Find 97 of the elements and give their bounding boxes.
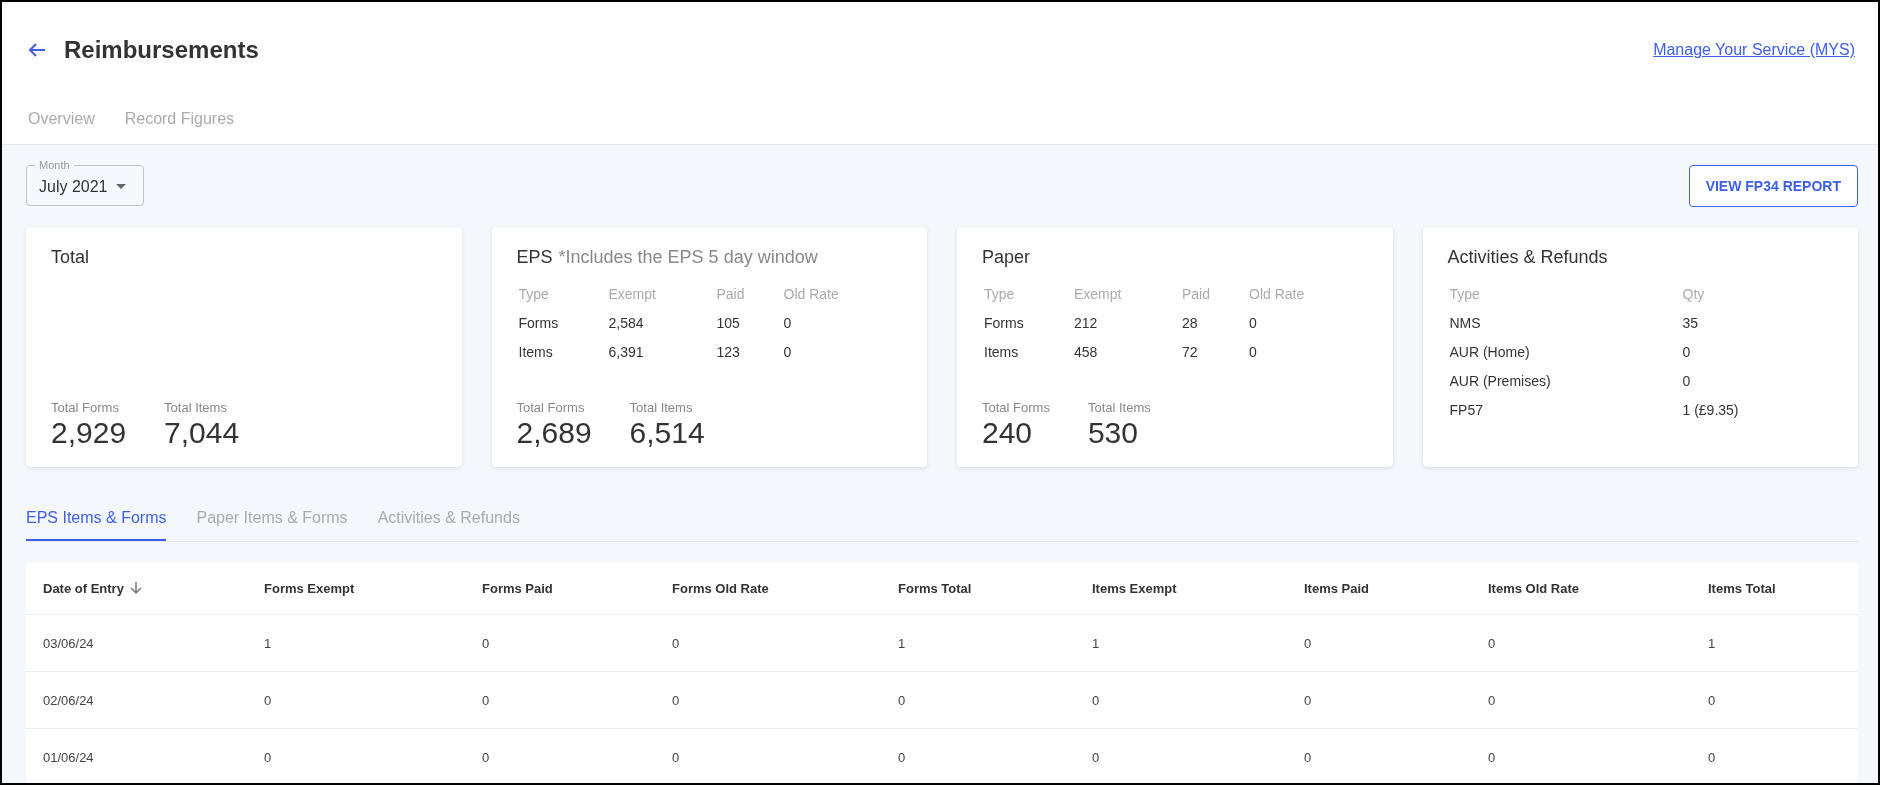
table-cell-text: 1 (£9.35) <box>1682 402 1740 418</box>
card-note: *Includes the EPS 5 day window <box>558 247 818 268</box>
column-header: Type <box>518 286 550 302</box>
total-value: 2,929 <box>51 415 127 451</box>
field-label: Month <box>38 159 71 172</box>
table-cell-text: NMS <box>1449 315 1482 331</box>
column-header[interactable]: Forms Total <box>881 580 1075 596</box>
column-header[interactable]: Forms Old Rate <box>655 580 881 596</box>
table-cell-text: Items <box>518 344 554 360</box>
table-cell-text: 0 <box>481 692 491 708</box>
column-header: Exempt <box>1074 286 1123 302</box>
column-header: Paid <box>1182 286 1212 302</box>
total-value: 6,514 <box>629 415 705 451</box>
total-label: Total Forms <box>516 400 586 415</box>
table-cell-text: 0 <box>1303 635 1313 651</box>
table-cell-text: 0 <box>1091 749 1101 765</box>
table-cell-text: 1 <box>897 635 907 651</box>
total-value: 530 <box>1087 415 1139 451</box>
column-header: Exempt <box>608 286 657 302</box>
table-cell-text: 123 <box>716 344 741 360</box>
column-header: Qty <box>1682 286 1706 302</box>
column-header: Paid <box>716 286 746 302</box>
back-arrow-icon[interactable] <box>28 42 46 58</box>
table-cell-text: Forms <box>518 315 560 331</box>
total-label: Total Items <box>629 400 694 415</box>
column-header: Old Rate <box>1249 286 1306 302</box>
table-cell-text: 6,391 <box>608 344 645 360</box>
table-cell-text: 212 <box>1074 315 1099 331</box>
table-cell-text: 0 <box>1707 749 1717 765</box>
sort-down-icon[interactable] <box>129 581 142 595</box>
manage-service-link[interactable]: Manage Your Service (MYS) <box>1653 41 1855 59</box>
table-cell-text: 0 <box>1682 373 1692 389</box>
dropdown-caret-icon <box>115 184 126 189</box>
table-cell-text: 0 <box>1682 344 1692 360</box>
view-report-button[interactable]: VIEW FP34 REPORT <box>1688 165 1858 207</box>
table-cell-text: 0 <box>783 344 793 360</box>
column-header: Old Rate <box>783 286 840 302</box>
column-header[interactable]: Items Old Rate <box>1471 580 1691 596</box>
table-cell-text: 0 <box>671 749 681 765</box>
table-cell-text: 2,584 <box>608 315 645 331</box>
table-cell-text: Items <box>984 344 1020 360</box>
column-header[interactable]: Date of Entry <box>43 580 124 596</box>
table-cell-text: 35 <box>1682 315 1700 331</box>
table-cell-text: 0 <box>1249 315 1258 331</box>
column-header[interactable]: Forms Paid <box>465 580 655 596</box>
table-cell-text: 0 <box>1303 749 1313 765</box>
month-select[interactable]: Month July 2021 <box>26 159 144 206</box>
table-cell-text: 0 <box>263 692 273 708</box>
table-cell-text: AUR (Premises) <box>1449 373 1552 389</box>
table-cell-text: 0 <box>1487 692 1497 708</box>
table-cell-text: 72 <box>1182 344 1199 360</box>
table-cell-text: 1 <box>1091 635 1101 651</box>
table-cell-text: 0 <box>1249 344 1258 360</box>
table-cell-text: 0 <box>1707 692 1717 708</box>
select-value: July 2021 <box>39 177 108 196</box>
table-cell-text: 01/06/24 <box>42 749 95 765</box>
table-cell-text: 03/06/24 <box>42 635 95 651</box>
table-cell-text: 0 <box>1487 749 1497 765</box>
table-cell-text: 0 <box>897 692 907 708</box>
total-label: Total Items <box>164 400 228 415</box>
table-cell-text: 458 <box>1074 344 1099 360</box>
column-header[interactable]: Items Paid <box>1287 580 1471 596</box>
total-value: 240 <box>982 415 1034 451</box>
total-label: Total Forms <box>982 400 1050 415</box>
table-cell-text: 1 <box>263 635 273 651</box>
table-cell-text: FP57 <box>1449 402 1484 418</box>
table-cell-text: 28 <box>1182 315 1199 331</box>
table-cell-text: 0 <box>897 749 907 765</box>
table-cell-text: 0 <box>1091 692 1101 708</box>
table-cell-text: AUR (Home) <box>1449 344 1531 360</box>
total-value: 2,689 <box>516 415 592 451</box>
card-title: Activities & Refunds <box>1447 247 1608 268</box>
column-header[interactable]: Items Total <box>1691 580 1858 596</box>
table-cell-text: 0 <box>671 692 681 708</box>
table-cell-text: 0 <box>263 749 273 765</box>
page-title: Reimbursements <box>64 36 259 64</box>
total-label: Total Forms <box>51 400 120 415</box>
total-value: 7,044 <box>164 415 240 451</box>
card-title: Paper <box>982 247 1031 268</box>
card-title: EPS <box>516 247 553 268</box>
table-cell-text: 0 <box>481 749 491 765</box>
card-title: Total <box>51 247 90 268</box>
table-cell-text: 0 <box>671 635 681 651</box>
column-header: Type <box>984 286 1016 302</box>
section-tab[interactable]: EPS Items & Forms <box>26 497 167 541</box>
table-cell-text: 0 <box>783 315 793 331</box>
table-cell-text: Forms <box>984 315 1025 331</box>
table-cell-text: 105 <box>716 315 741 331</box>
column-header[interactable]: Items Exempt <box>1075 580 1287 596</box>
table-cell-text: 0 <box>1303 692 1313 708</box>
column-header: Type <box>1449 286 1481 302</box>
table-cell-text: 02/06/24 <box>42 692 95 708</box>
total-label: Total Items <box>1087 400 1151 415</box>
column-header[interactable]: Forms Exempt <box>247 580 465 596</box>
table-cell-text: 0 <box>481 635 491 651</box>
table-cell-text: 0 <box>1487 635 1497 651</box>
table-cell-text: 1 <box>1707 635 1717 651</box>
